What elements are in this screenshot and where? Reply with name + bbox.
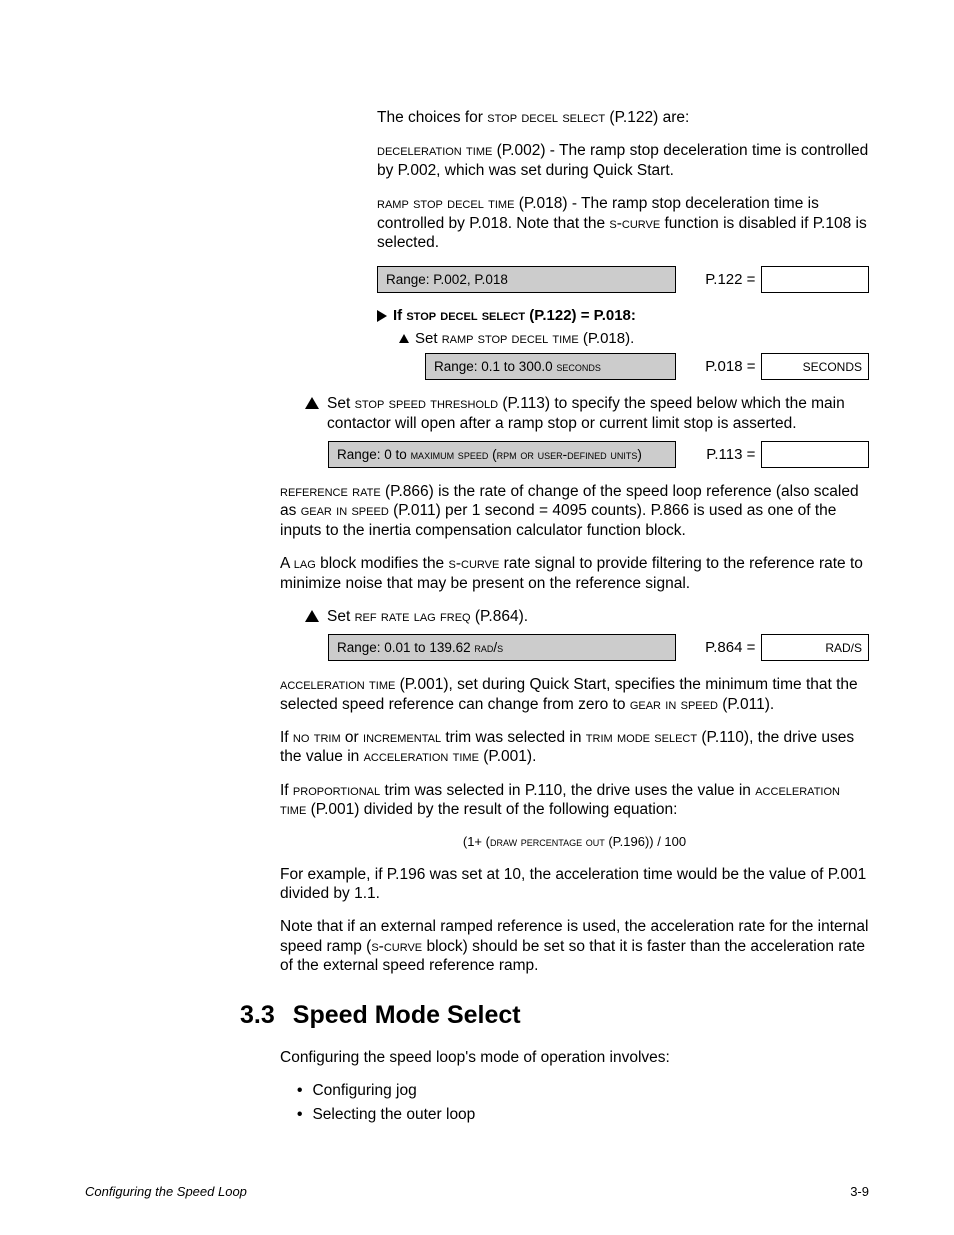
bullet-selecting-outer-loop: •Selecting the outer loop xyxy=(297,1106,869,1124)
section-heading: 3.3 Speed Mode Select xyxy=(240,1001,869,1030)
range-p864: Range: 0.01 to 139.62 rad/s xyxy=(328,634,676,661)
triangle-up-icon xyxy=(305,397,319,409)
ramp-stop-desc: ramp stop decel time (P.018) - The ramp … xyxy=(377,194,869,252)
label-p864: P.864 = xyxy=(676,634,762,661)
footer-page-number: 3-9 xyxy=(850,1184,869,1199)
accel-time-desc: acceleration time (P.001), set during Qu… xyxy=(280,675,869,714)
range-p122: Range: P.002, P.018 xyxy=(377,266,676,293)
proportional-desc: If proportional trim was selected in P.1… xyxy=(280,781,869,820)
reference-rate-desc: reference rate (P.866) is the rate of ch… xyxy=(280,482,869,540)
section-title: Speed Mode Select xyxy=(293,1001,521,1030)
value-p113[interactable] xyxy=(761,441,869,468)
label-p113: P.113 = xyxy=(676,441,762,468)
value-p122[interactable] xyxy=(761,266,869,293)
external-ramp-note: Note that if an external ramped referenc… xyxy=(280,917,869,975)
label-p122: P.122 = xyxy=(676,266,762,293)
equation: (1+ (draw percentage out (P.196)) / 100 xyxy=(280,834,869,849)
page-footer: Configuring the Speed Loop 3-9 xyxy=(85,1184,869,1199)
set-ramp-stop-line: Set ramp stop decel time (P.018). xyxy=(399,330,869,347)
decel-time-desc: deceleration time (P.002) - The ramp sto… xyxy=(377,141,869,180)
value-p864[interactable]: RAD/S xyxy=(761,634,869,661)
step-stop-speed-threshold: Set stop speed threshold (P.113) to spec… xyxy=(305,394,869,433)
range-p018: Range: 0.1 to 300.0 seconds xyxy=(425,353,676,380)
bullet-configuring-jog: •Configuring jog xyxy=(297,1082,869,1100)
example-desc: For example, if P.196 was set at 10, the… xyxy=(280,865,869,904)
footer-title: Configuring the Speed Loop xyxy=(85,1184,247,1199)
param-row-p113: Range: 0 to maximum speed (rpm or user-d… xyxy=(328,441,869,468)
no-trim-desc: If no trim or incremental trim was selec… xyxy=(280,728,869,767)
param-row-p864: Range: 0.01 to 139.62 rad/s P.864 = RAD/… xyxy=(328,634,869,661)
choices-intro: The choices for stop decel select (P.122… xyxy=(377,108,869,127)
range-p113: Range: 0 to maximum speed (rpm or user-d… xyxy=(328,441,676,468)
section-number: 3.3 xyxy=(240,1001,275,1030)
lag-block-desc: A lag block modifies the s-curve rate si… xyxy=(280,554,869,593)
section-intro: Configuring the speed loop's mode of ope… xyxy=(280,1048,869,1067)
param-row-p122: Range: P.002, P.018 P.122 = xyxy=(377,266,869,293)
step-ref-rate-lag: Set ref rate lag freq (P.864). xyxy=(305,607,869,626)
triangle-up-icon xyxy=(305,610,319,622)
triangle-right-icon xyxy=(377,310,387,322)
value-p018[interactable]: SECONDS xyxy=(761,353,869,380)
param-row-p018: Range: 0.1 to 300.0 seconds P.018 = SECO… xyxy=(425,353,869,380)
if-stop-decel-heading: If stop decel select (P.122) = P.018: xyxy=(377,307,869,324)
triangle-up-icon xyxy=(399,334,409,343)
label-p018: P.018 = xyxy=(676,353,762,380)
